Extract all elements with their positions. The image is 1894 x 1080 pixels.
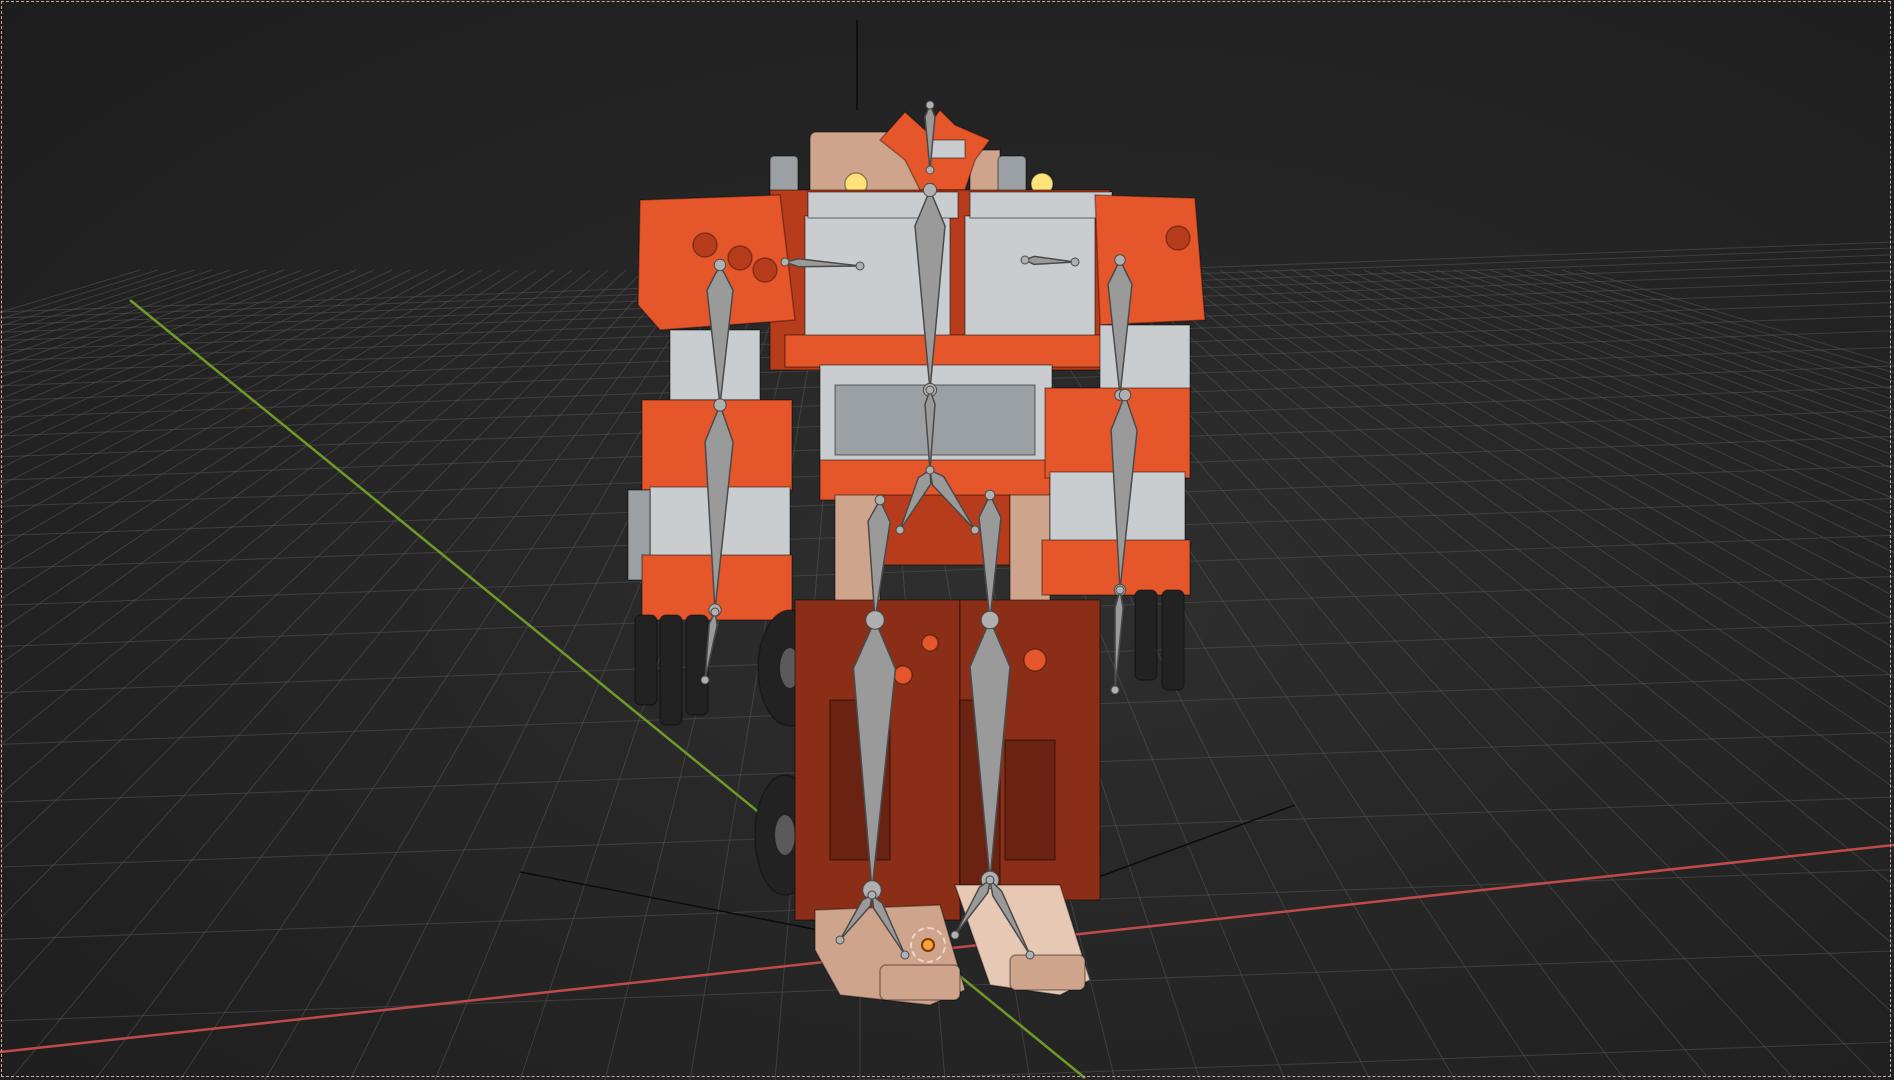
robot-legs[interactable] <box>754 599 1101 921</box>
bone-joint[interactable] <box>984 489 996 501</box>
viewport-scene[interactable] <box>0 0 1894 1080</box>
bone-joint[interactable] <box>925 385 935 395</box>
grid-line <box>1273 269 1894 597</box>
bone-joint[interactable] <box>867 890 877 900</box>
bone-joint[interactable] <box>1020 255 1030 265</box>
grid-line <box>1381 269 1894 484</box>
grid-line <box>1561 269 1894 374</box>
bone-joint[interactable] <box>922 182 938 198</box>
3d-cursor-icon[interactable] <box>910 927 946 963</box>
bone-joint[interactable] <box>713 258 727 272</box>
grid-line <box>0 269 249 359</box>
armature-bone[interactable] <box>1114 589 1124 691</box>
bone-joint[interactable] <box>710 607 720 617</box>
grid-line <box>0 269 447 505</box>
bone-joint[interactable] <box>980 610 1000 630</box>
grid-line <box>1183 269 1894 748</box>
grid-line <box>1219 269 1894 679</box>
grid-line <box>0 269 159 320</box>
bone-joint[interactable] <box>1115 585 1125 595</box>
bone-joint[interactable] <box>925 465 935 475</box>
grid-line <box>0 269 357 425</box>
grid-line <box>94 269 699 1080</box>
grid-line <box>0 269 231 350</box>
3d-viewport[interactable] <box>0 0 1894 1080</box>
bone-joint[interactable] <box>1118 388 1132 402</box>
grid-line <box>0 269 609 796</box>
grid-line <box>0 269 195 334</box>
bone-joint[interactable] <box>874 494 886 506</box>
bone-joint[interactable] <box>1070 257 1080 267</box>
grid-line <box>0 269 663 999</box>
bone-joint[interactable] <box>1114 254 1126 266</box>
grid-line <box>0 269 393 453</box>
grid-line <box>1201 269 1894 711</box>
bone-joint[interactable] <box>970 525 980 535</box>
grid-line <box>1345 269 1894 516</box>
grid-line <box>0 269 591 747</box>
grid-line <box>0 269 645 920</box>
bone-joint[interactable] <box>895 525 905 535</box>
bone-joint[interactable] <box>865 610 885 630</box>
bone-joint[interactable] <box>1025 950 1035 960</box>
grid-line <box>0 269 339 412</box>
grid-line <box>1291 269 1894 574</box>
grid-line <box>9 269 681 1080</box>
bone-joint[interactable] <box>985 875 995 885</box>
grid-line <box>0 269 411 469</box>
grid-line <box>1417 269 1894 457</box>
grid-line <box>1147 269 1894 835</box>
grid-line <box>1309 269 1894 553</box>
bone-joint[interactable] <box>835 935 845 945</box>
grid-line <box>1579 269 1894 366</box>
bone-joint[interactable] <box>855 261 865 271</box>
grid-line <box>1255 269 1894 622</box>
grid-line <box>0 269 213 342</box>
bone-joint[interactable] <box>925 100 935 110</box>
bone-joint[interactable] <box>1110 685 1120 695</box>
grid-line <box>1399 269 1894 470</box>
grid-line <box>0 269 267 368</box>
bone-joint[interactable] <box>925 165 935 175</box>
grid-line <box>0 269 465 526</box>
bone-joint[interactable] <box>713 398 727 412</box>
grid-line <box>0 269 627 853</box>
grid-line <box>0 269 321 400</box>
grid-line <box>0 269 537 631</box>
bone-joint[interactable] <box>900 950 910 960</box>
bone-joint[interactable] <box>780 257 790 267</box>
relationship-line-right <box>1089 804 1296 881</box>
bone-joint[interactable] <box>950 930 960 940</box>
grid-line <box>0 269 141 313</box>
bone-joint[interactable] <box>700 675 710 685</box>
grid-line <box>1327 269 1894 534</box>
